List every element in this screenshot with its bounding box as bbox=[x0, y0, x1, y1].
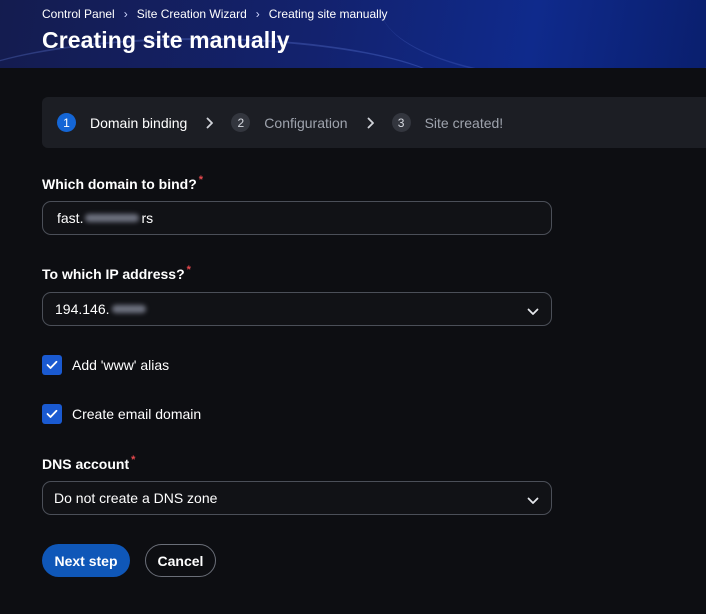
chevron-right-icon bbox=[206, 117, 214, 129]
domain-value-prefix: fast. bbox=[57, 210, 84, 226]
ip-field-label: To which IP address? * bbox=[42, 264, 191, 282]
header-decoration bbox=[380, 0, 706, 68]
chevron-right-icon bbox=[367, 117, 375, 129]
breadcrumb: Control Panel › Site Creation Wizard › C… bbox=[42, 7, 388, 21]
www-alias-label: Add 'www' alias bbox=[72, 357, 170, 373]
dns-select-value: Do not create a DNS zone bbox=[54, 490, 218, 506]
domain-value-suffix: rs bbox=[141, 210, 154, 226]
ip-label-text: To which IP address? bbox=[42, 266, 185, 282]
chevron-down-icon bbox=[527, 492, 539, 508]
step-domain-binding: 1 Domain binding bbox=[57, 113, 187, 132]
page-header: Control Panel › Site Creation Wizard › C… bbox=[0, 0, 706, 68]
required-marker: * bbox=[186, 264, 191, 276]
email-domain-checkbox[interactable] bbox=[42, 404, 62, 424]
step-label: Configuration bbox=[264, 114, 348, 131]
dns-field-label: DNS account * bbox=[42, 454, 136, 472]
step-label: Domain binding bbox=[90, 114, 188, 131]
page-title: Creating site manually bbox=[42, 27, 290, 53]
domain-label-text: Which domain to bind? bbox=[42, 176, 197, 192]
email-domain-option[interactable]: Create email domain bbox=[42, 404, 201, 424]
step-number: 1 bbox=[57, 113, 76, 132]
breadcrumb-separator: › bbox=[255, 7, 260, 21]
domain-field-label: Which domain to bind? * bbox=[42, 174, 204, 192]
dns-account-select[interactable]: Do not create a DNS zone bbox=[42, 481, 552, 515]
redacted-text bbox=[111, 305, 146, 313]
email-domain-label: Create email domain bbox=[72, 406, 202, 422]
breadcrumb-control-panel[interactable]: Control Panel bbox=[42, 7, 115, 21]
domain-input[interactable]: fast. rs bbox=[42, 201, 552, 235]
wizard-stepper: 1 Domain binding 2 Configuration 3 Site … bbox=[42, 97, 706, 148]
chevron-down-icon bbox=[527, 303, 539, 319]
cancel-button[interactable]: Cancel bbox=[145, 544, 216, 577]
ip-select[interactable]: 194.146. bbox=[42, 292, 552, 326]
required-marker: * bbox=[198, 174, 204, 186]
www-alias-checkbox[interactable] bbox=[42, 355, 62, 375]
breadcrumb-site-creation-wizard[interactable]: Site Creation Wizard bbox=[137, 7, 247, 21]
step-site-created: 3 Site created! bbox=[391, 113, 504, 132]
ip-value-prefix: 194.146. bbox=[55, 301, 110, 317]
check-icon bbox=[46, 409, 58, 418]
breadcrumb-current: Creating site manually bbox=[268, 7, 388, 21]
step-number: 3 bbox=[391, 113, 411, 132]
redacted-text bbox=[85, 214, 140, 222]
breadcrumb-separator: › bbox=[123, 7, 128, 21]
step-configuration: 2 Configuration bbox=[231, 113, 348, 132]
dns-label-text: DNS account bbox=[42, 456, 130, 472]
step-label: Site created! bbox=[424, 114, 504, 131]
step-number: 2 bbox=[231, 113, 251, 132]
www-alias-option[interactable]: Add 'www' alias bbox=[42, 355, 169, 375]
required-marker: * bbox=[131, 454, 136, 466]
next-step-button[interactable]: Next step bbox=[42, 544, 130, 577]
check-icon bbox=[46, 360, 58, 369]
